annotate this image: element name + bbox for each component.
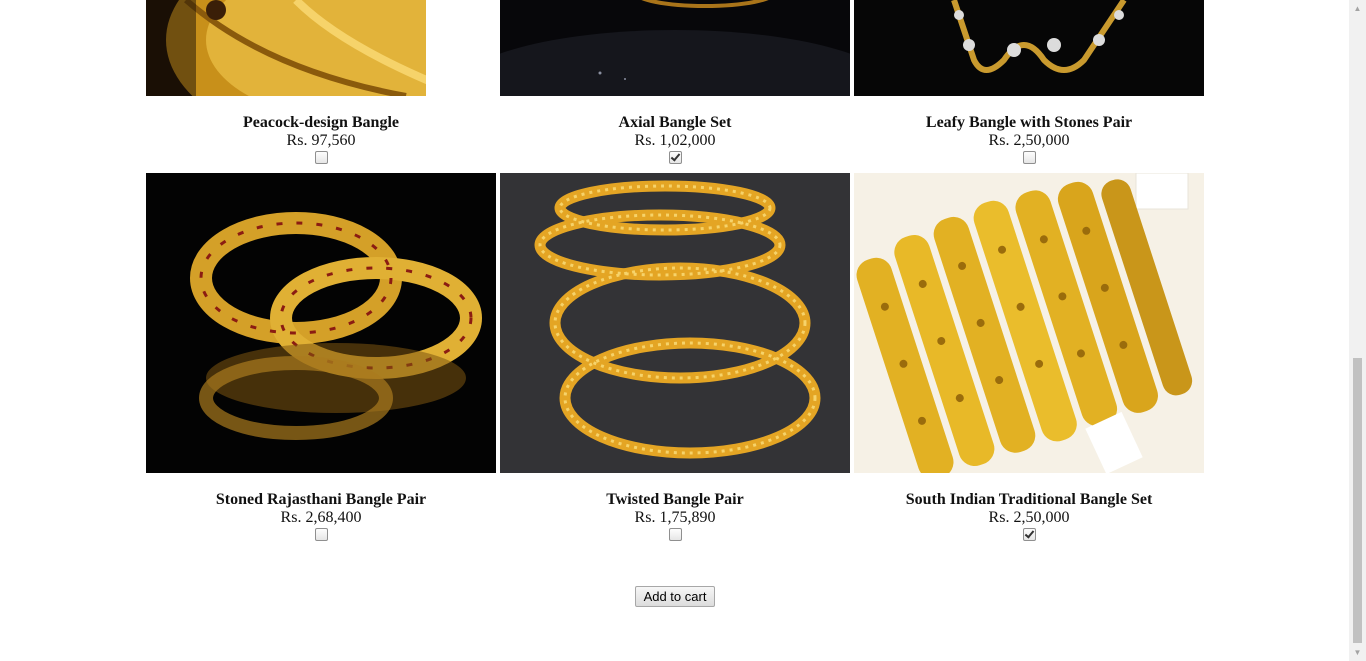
product-checkbox[interactable]	[1022, 151, 1036, 164]
scroll-down-arrow-icon[interactable]: ▼	[1349, 644, 1366, 661]
product-image	[146, 0, 496, 96]
product-checkbox[interactable]	[314, 151, 328, 164]
product-price: Rs. 2,68,400	[280, 509, 362, 526]
product-name: Axial Bangle Set	[618, 114, 732, 131]
product-card: Axial Bangle Set Rs. 1,02,000	[500, 0, 850, 168]
product-price: Rs. 97,560	[286, 132, 356, 149]
product-card: Stoned Rajasthani Bangle Pair Rs. 2,68,4…	[146, 173, 496, 545]
product-image	[500, 0, 850, 96]
product-price: Rs. 1,75,890	[634, 509, 716, 526]
product-image	[854, 173, 1204, 473]
product-name: South Indian Traditional Bangle Set	[905, 491, 1153, 508]
product-checkbox[interactable]	[1022, 528, 1036, 541]
product-name: Peacock-design Bangle	[243, 114, 399, 131]
product-price: Rs. 1,02,000	[634, 132, 716, 149]
product-name: Twisted Bangle Pair	[606, 491, 744, 508]
product-checkbox[interactable]	[668, 151, 682, 164]
product-card: Peacock-design Bangle Rs. 97,560	[146, 0, 496, 168]
product-image	[854, 0, 1204, 96]
product-image	[146, 173, 496, 473]
scroll-up-arrow-icon[interactable]: ▲	[1349, 0, 1366, 17]
product-image	[500, 173, 850, 473]
product-card: Leafy Bangle with Stones Pair Rs. 2,50,0…	[854, 0, 1204, 168]
product-card: Twisted Bangle Pair Rs. 1,75,890	[500, 173, 850, 545]
product-price: Rs. 2,50,000	[988, 132, 1070, 149]
product-page: Peacock-design Bangle Rs. 97,560 Axial B…	[0, 0, 1349, 661]
scrollbar-thumb[interactable]	[1353, 358, 1362, 643]
product-checkbox[interactable]	[314, 528, 328, 541]
product-card: South Indian Traditional Bangle Set Rs. …	[854, 173, 1204, 545]
add-to-cart-button[interactable]: Add to cart	[635, 586, 715, 607]
product-checkbox[interactable]	[668, 528, 682, 541]
product-price: Rs. 2,50,000	[988, 509, 1070, 526]
product-name: Leafy Bangle with Stones Pair	[925, 114, 1133, 131]
vertical-scrollbar[interactable]: ▲ ▼	[1349, 0, 1366, 661]
product-name: Stoned Rajasthani Bangle Pair	[215, 491, 427, 508]
